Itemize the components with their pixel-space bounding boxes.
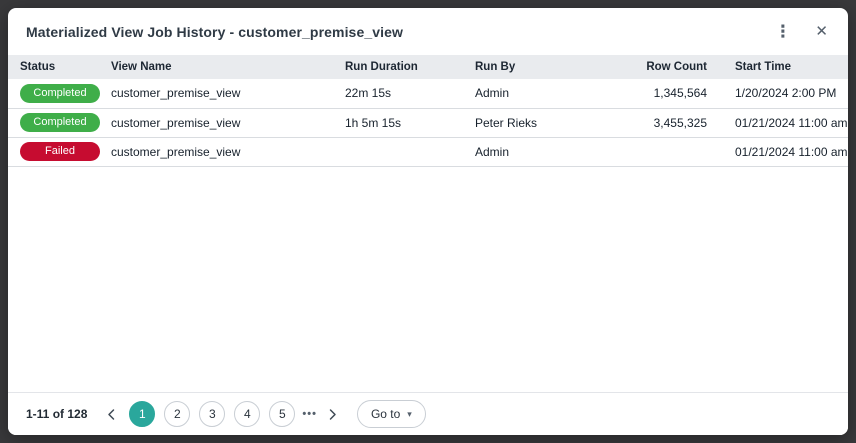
chevron-right-icon — [326, 408, 339, 421]
column-header-row-count: Row Count — [615, 55, 715, 79]
goto-label: Go to — [371, 407, 400, 421]
column-header-status: Status — [8, 55, 111, 79]
row-count-cell — [615, 137, 715, 166]
pagination-bar: 1-11 of 128 1 2 3 4 5 ••• Go to ▾ — [8, 392, 848, 435]
next-page-icon[interactable] — [324, 408, 341, 421]
run-duration-cell: 22m 15s — [345, 79, 475, 108]
chevron-down-icon: ▾ — [407, 410, 412, 419]
run-by-cell: Admin — [475, 79, 615, 108]
column-header-start-time: Start Time — [715, 55, 848, 79]
table-row: Failed customer_premise_view Admin 01/21… — [8, 137, 848, 166]
goto-page-dropdown[interactable]: Go to ▾ — [357, 400, 426, 428]
pager-ellipsis: ••• — [302, 408, 317, 420]
page-button-4[interactable]: 4 — [234, 401, 260, 427]
dialog-header: Materialized View Job History - customer… — [8, 8, 848, 55]
status-badge: Completed — [20, 113, 100, 132]
table-row: Completed customer_premise_view 22m 15s … — [8, 79, 848, 108]
column-header-run-by: Run By — [475, 55, 615, 79]
view-name-cell: customer_premise_view — [111, 108, 345, 137]
view-name-cell: customer_premise_view — [111, 79, 345, 108]
run-duration-cell — [345, 137, 475, 166]
status-badge: Failed — [20, 142, 100, 161]
start-time-cell: 01/21/2024 11:00 am — [715, 137, 848, 166]
run-duration-cell: 1h 5m 15s — [345, 108, 475, 137]
table-row: Completed customer_premise_view 1h 5m 15… — [8, 108, 848, 137]
run-by-cell: Peter Rieks — [475, 108, 615, 137]
column-header-view-name: View Name — [111, 55, 345, 79]
job-history-table: Status View Name Run Duration Run By Row… — [8, 55, 848, 167]
dialog-actions: ⋮ ✕ — [772, 21, 830, 42]
page-button-3[interactable]: 3 — [199, 401, 225, 427]
start-time-cell: 01/21/2024 11:00 am — [715, 108, 848, 137]
kebab-menu-icon[interactable]: ⋮ — [772, 21, 793, 42]
empty-area — [8, 167, 848, 393]
table-header-row: Status View Name Run Duration Run By Row… — [8, 55, 848, 79]
dialog-title: Materialized View Job History - customer… — [26, 24, 403, 40]
page-button-2[interactable]: 2 — [164, 401, 190, 427]
page-button-1[interactable]: 1 — [129, 401, 155, 427]
row-count-cell: 3,455,325 — [615, 108, 715, 137]
column-header-run-duration: Run Duration — [345, 55, 475, 79]
run-by-cell: Admin — [475, 137, 615, 166]
pagination-range-label: 1-11 of 128 — [26, 407, 87, 421]
status-badge: Completed — [20, 84, 100, 103]
start-time-cell: 1/20/2024 2:00 PM — [715, 79, 848, 108]
pager: 1 2 3 4 5 ••• — [103, 401, 341, 427]
page-button-5[interactable]: 5 — [269, 401, 295, 427]
row-count-cell: 1,345,564 — [615, 79, 715, 108]
job-history-dialog: Materialized View Job History - customer… — [8, 8, 848, 435]
view-name-cell: customer_premise_view — [111, 137, 345, 166]
previous-page-icon[interactable] — [103, 408, 120, 421]
chevron-left-icon — [105, 408, 118, 421]
close-icon[interactable]: ✕ — [813, 22, 830, 41]
